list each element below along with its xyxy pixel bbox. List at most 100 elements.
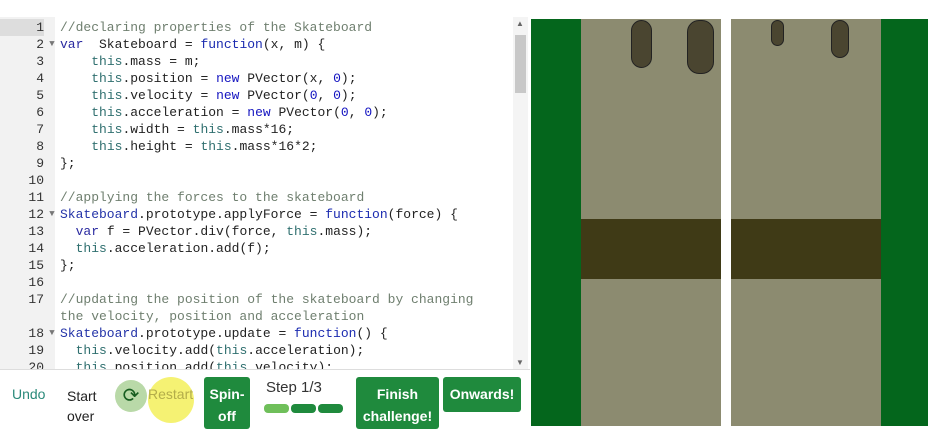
code-line[interactable]: 11 //applying the forces to the skateboar… (0, 189, 512, 206)
code-token: .velocity = (122, 88, 217, 103)
onwards-button[interactable]: Onwards! (443, 377, 521, 412)
code-token: 0 (333, 88, 341, 103)
line-text: }; (60, 155, 500, 172)
code-token: .prototype.applyForce = (138, 207, 326, 222)
code-line[interactable]: 7 this.width = this.mass*16; (0, 121, 512, 138)
code-token: this (91, 54, 123, 69)
fold-arrow-icon[interactable]: ▼ (44, 206, 60, 223)
line-number: 4 (36, 71, 44, 86)
line-number: 19 (28, 343, 44, 358)
start-over-button[interactable]: Start over (67, 386, 107, 426)
code-token: , (317, 88, 334, 103)
code-token: .velocity); (247, 360, 334, 370)
code-token: function (325, 207, 388, 222)
restart-button[interactable]: Restart (148, 386, 193, 402)
output-canvas[interactable] (531, 19, 928, 426)
code-line[interactable]: 5 this.velocity = new PVector(0, 0); (0, 87, 512, 104)
code-token: () { (356, 326, 388, 341)
code-line[interactable]: 6 this.acceleration = new PVector(0, 0); (0, 104, 512, 121)
fold-arrow-icon[interactable]: ▼ (44, 325, 60, 342)
code-line[interactable]: 15}; (0, 257, 512, 274)
step-segment (264, 404, 289, 413)
code-line[interactable]: 8 this.height = this.mass*16*2; (0, 138, 512, 155)
code-line[interactable]: 16 (0, 274, 512, 291)
toolbar: Undo Start over ⟳ Restart Spin-off Step … (0, 370, 530, 429)
spin-off-button[interactable]: Spin-off (204, 377, 250, 429)
line-text (60, 172, 500, 189)
code-token: PVector( (239, 88, 310, 103)
code-line[interactable]: 13 var f = PVector.div(force, this.mass)… (0, 223, 512, 240)
code-line[interactable]: 1 //declaring properties of the Skateboar… (0, 19, 512, 36)
finish-challenge-button[interactable]: Finish challenge! (356, 377, 439, 429)
code-token: this (75, 360, 107, 370)
code-token: f = PVector.div(force, (99, 224, 287, 239)
line-number: 5 (36, 88, 44, 103)
step-label: Step 1/3 (266, 379, 322, 396)
code-token: this (216, 360, 248, 370)
code-token: 0 (333, 71, 341, 86)
code-line[interactable]: 20 this.position.add(this.velocity); (0, 359, 512, 370)
grass-left (531, 19, 581, 426)
scrollbar-thumb[interactable] (515, 35, 526, 93)
code-token: .position = (122, 71, 217, 86)
code-token: this (91, 122, 123, 137)
line-text: this.acceleration = new PVector(0, 0); (60, 104, 500, 121)
fold-arrow-icon[interactable]: ▼ (44, 36, 60, 53)
line-text: var f = PVector.div(force, this.mass); (60, 223, 500, 240)
skateboard (831, 20, 849, 58)
code-line[interactable]: 19 this.velocity.add(this.acceleration); (0, 342, 512, 359)
code-line[interactable]: 3 this.mass = m; (0, 53, 512, 70)
code-line[interactable]: 12 ▼ Skateboard.prototype.applyForce = fun… (0, 206, 512, 223)
code-line[interactable]: 2 ▼ var Skateboard = function(x, m) { (0, 36, 512, 53)
code-editor[interactable]: 1 //declaring properties of the Skateboar… (0, 17, 530, 370)
line-number: 17 (28, 292, 44, 307)
line-text: this.position = new PVector(x, 0); (60, 70, 500, 87)
code-token: .mass*16*2; (231, 139, 318, 154)
line-number: 18 (28, 326, 44, 341)
editor-scrollbar[interactable]: ▲ ▼ (513, 17, 528, 369)
code-line[interactable]: 10 (0, 172, 512, 189)
code-token: function (294, 326, 357, 341)
code-token: new (216, 88, 240, 103)
skateboard (771, 20, 784, 46)
undo-button[interactable]: Undo (12, 386, 45, 402)
line-number: 2 (36, 37, 44, 52)
friction-band (581, 219, 721, 279)
code-line[interactable]: 18 ▼ Skateboard.prototype.update = functio… (0, 325, 512, 342)
code-line[interactable]: 4 this.position = new PVector(x, 0); (0, 70, 512, 87)
line-text: this.height = this.mass*16*2; (60, 138, 500, 155)
line-number: 10 (28, 173, 44, 188)
line-text (60, 274, 500, 291)
line-text: //applying the forces to the skateboard (60, 189, 500, 206)
code-token: //applying the forces to the skateboard (60, 190, 365, 205)
line-number: 6 (36, 105, 44, 120)
line-text: this.mass = m; (60, 53, 500, 70)
line-text: //updating the position of the skateboar… (60, 291, 500, 325)
code-token: .acceleration); (247, 343, 365, 358)
code-token: function (200, 37, 263, 52)
line-text: this.position.add(this.velocity); (60, 359, 500, 370)
code-token: 0 (309, 88, 318, 103)
code-line[interactable]: 17 //updating the position of the skatebo… (0, 291, 512, 325)
code-line[interactable]: 14 this.acceleration.add(f); (0, 240, 512, 257)
code-token: Skateboard = (83, 37, 201, 52)
line-number: 16 (28, 275, 44, 290)
code-token: PVector(x, (239, 71, 334, 86)
scroll-down-icon[interactable]: ▼ (516, 358, 524, 367)
code-token: ); (372, 105, 388, 120)
scroll-up-icon[interactable]: ▲ (516, 19, 524, 28)
code-line[interactable]: 9}; (0, 155, 512, 172)
code-lines[interactable]: 1 //declaring properties of the Skateboar… (0, 19, 512, 370)
code-token: var (75, 224, 100, 239)
